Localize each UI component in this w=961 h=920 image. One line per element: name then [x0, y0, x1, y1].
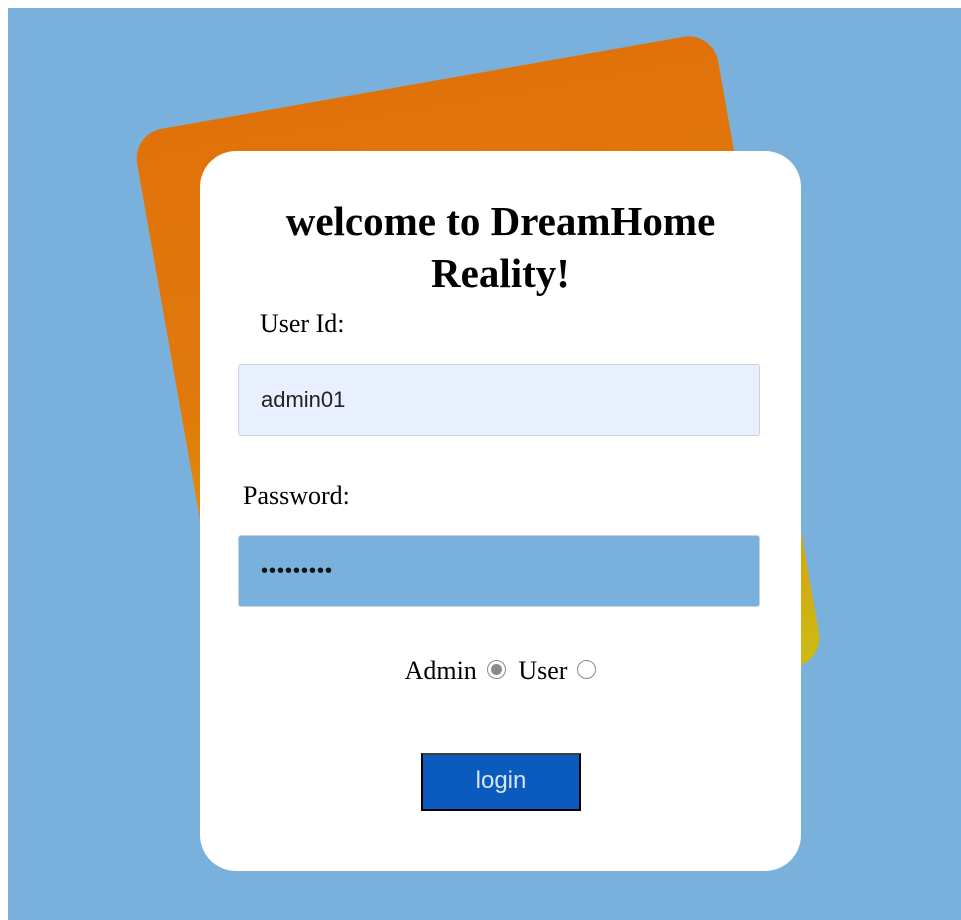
user-id-label: User Id: — [260, 309, 345, 338]
role-user-radio[interactable] — [577, 659, 597, 679]
role-option-admin[interactable]: Admin — [405, 656, 506, 686]
password-input[interactable] — [238, 535, 760, 607]
page-title: welcome to DreamHome Reality! — [285, 198, 716, 296]
role-option-user[interactable]: User — [518, 656, 597, 686]
password-label: Password: — [243, 481, 350, 510]
login-button[interactable]: login — [421, 753, 581, 811]
login-card: welcome to DreamHome Reality! User Id: P… — [200, 151, 801, 871]
role-user-label: User — [518, 656, 568, 685]
page-background: welcome to DreamHome Reality! User Id: P… — [8, 8, 961, 920]
user-id-input[interactable] — [238, 364, 760, 436]
role-selector: Admin User — [200, 656, 801, 686]
role-admin-label: Admin — [404, 656, 477, 685]
role-admin-radio[interactable] — [486, 659, 506, 679]
